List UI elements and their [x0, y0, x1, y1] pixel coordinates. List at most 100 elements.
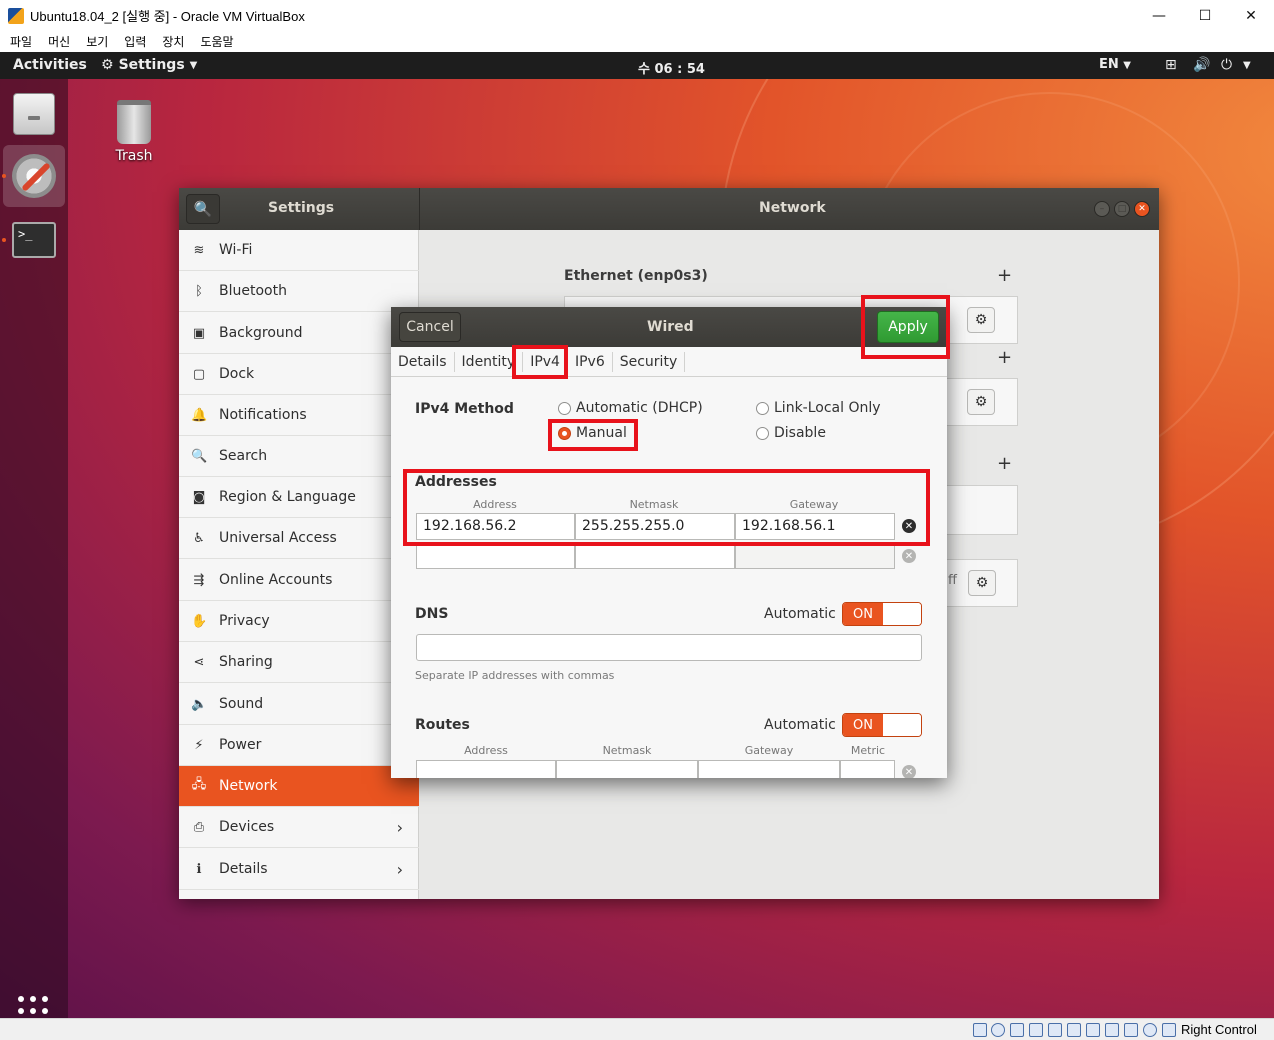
sidebar-item-wifi[interactable]: ≋ Wi-Fi [179, 230, 419, 271]
switch-knob [884, 603, 921, 625]
show-applications-icon[interactable] [18, 996, 50, 1018]
new-gateway-field[interactable] [735, 542, 895, 569]
sidebar-item-network[interactable]: 🖧 Network [179, 766, 419, 807]
routes-automatic-switch[interactable]: ON [842, 713, 922, 737]
dns-automatic-switch[interactable]: ON [842, 602, 922, 626]
host-window-title: Ubuntu18.04_2 [실행 중] - Oracle VM Virtual… [30, 9, 305, 24]
route-netmask-field[interactable] [556, 760, 698, 778]
sidebar-item-region[interactable]: ◙ Region & Language [179, 477, 419, 518]
window-maximize-button[interactable]: □ [1114, 201, 1130, 217]
maximize-button[interactable]: ☐ [1182, 0, 1228, 31]
menu-view[interactable]: 보기 [86, 33, 108, 50]
app-menu-button[interactable]: ⚙ Settings ▼ [101, 57, 197, 73]
window-minimize-button[interactable]: – [1094, 201, 1110, 217]
close-button[interactable]: ✕ [1228, 0, 1274, 31]
cancel-button[interactable]: Cancel [399, 312, 461, 342]
method-disable-radio[interactable]: Disable [756, 425, 826, 441]
radio-unchecked-icon [558, 401, 571, 415]
remove-route-icon[interactable]: ✕ [902, 765, 916, 778]
tab-ipv6[interactable]: IPv6 [568, 351, 613, 372]
window-close-button[interactable]: ✕ [1134, 201, 1150, 217]
search-button[interactable]: 🔍 [186, 194, 220, 224]
sidebar-item-sharing[interactable]: ⋖ Sharing [179, 642, 419, 683]
minimize-button[interactable]: — [1136, 0, 1182, 31]
route-gateway-field[interactable] [698, 760, 840, 778]
radio-unchecked-icon [756, 401, 769, 415]
add-connection-icon[interactable]: + [997, 265, 1012, 286]
background-icon: ▣ [192, 325, 206, 341]
menu-devices[interactable]: 장치 [162, 33, 184, 50]
volume-icon[interactable]: 🔊 [1193, 57, 1210, 73]
route-address-field[interactable] [416, 760, 556, 778]
dock-files[interactable] [3, 83, 65, 145]
menu-help[interactable]: 도움말 [200, 33, 233, 50]
new-netmask-field[interactable] [575, 542, 735, 569]
sidebar-item-universal-access[interactable]: ♿ Universal Access [179, 518, 419, 559]
optical-drive-icon[interactable] [991, 1023, 1005, 1037]
sidebar-item-label: Region & Language [219, 489, 356, 505]
annotation-ipv4-tab-highlight [512, 345, 568, 379]
cpu-icon[interactable] [1124, 1023, 1138, 1037]
sidebar-item-search[interactable]: 🔍 Search [179, 436, 419, 477]
activities-button[interactable]: Activities [13, 57, 87, 73]
vpn-settings-gear-icon[interactable]: ⚙ [967, 389, 995, 415]
sidebar-item-devices[interactable]: ⎙ Devices › [179, 807, 419, 848]
dock-settings[interactable] [3, 145, 65, 207]
sidebar-item-label: Dock [219, 366, 255, 382]
menu-machine[interactable]: 머신 [48, 33, 70, 50]
desktop-trash[interactable]: Trash [110, 100, 158, 164]
info-icon: ℹ [196, 861, 202, 877]
sidebar-item-sound[interactable]: 🔈 Sound [179, 684, 419, 725]
sidebar-item-notifications[interactable]: 🔔 Notifications [179, 395, 419, 436]
usb-icon[interactable] [1048, 1023, 1062, 1037]
language-indicator[interactable]: EN ▼ [1099, 57, 1131, 72]
clock[interactable]: 수 06 : 54 [638, 58, 705, 77]
dns-field[interactable] [416, 634, 922, 661]
hdd-icon[interactable] [973, 1023, 987, 1037]
shared-folder-icon[interactable] [1067, 1023, 1081, 1037]
host-titlebar: Ubuntu18.04_2 [실행 중] - Oracle VM Virtual… [0, 0, 1274, 31]
host-statusbar: Right Control [0, 1018, 1274, 1040]
sidebar-item-details[interactable]: ℹ Details › [179, 849, 419, 890]
method-automatic-radio[interactable]: Automatic (DHCP) [558, 400, 703, 416]
sidebar-item-label: Notifications [219, 407, 307, 423]
new-address-field[interactable] [416, 542, 575, 569]
route-metric-field[interactable] [840, 760, 895, 778]
audio-icon[interactable] [1010, 1023, 1024, 1037]
sidebar-item-privacy[interactable]: ✋ Privacy [179, 601, 419, 642]
routes-automatic-label: Automatic [764, 717, 836, 733]
remove-address-icon[interactable]: ✕ [902, 549, 916, 563]
tab-security[interactable]: Security [613, 351, 686, 372]
dns-title: DNS [415, 606, 449, 622]
network-wired-icon[interactable]: ⊞ [1165, 57, 1177, 73]
virtualbox-app-icon [8, 7, 24, 24]
sidebar-item-background[interactable]: ▣ Background [179, 313, 419, 354]
sidebar-item-label: Privacy [219, 613, 270, 629]
method-link-local-radio[interactable]: Link-Local Only [756, 400, 881, 416]
menu-file[interactable]: 파일 [10, 33, 32, 50]
sidebar-item-power[interactable]: ⚡ Power [179, 725, 419, 766]
network-status-icon[interactable] [1029, 1023, 1043, 1037]
app-menu-label: Settings [118, 57, 185, 73]
route-address-header: Address [464, 744, 508, 757]
sidebar-item-bluetooth[interactable]: ᛒ Bluetooth [179, 271, 419, 312]
tab-details[interactable]: Details [391, 351, 455, 372]
ethernet-settings-gear-icon[interactable]: ⚙ [967, 307, 995, 333]
add-vpn-icon[interactable]: + [997, 347, 1012, 368]
radio-label: Link-Local Only [774, 400, 881, 416]
display-icon[interactable] [1086, 1023, 1100, 1037]
keyboard-capture-icon[interactable] [1162, 1023, 1176, 1037]
dock-terminal[interactable]: >_ [3, 209, 65, 271]
power-icon[interactable]: ⏻ [1221, 57, 1232, 73]
add-proxy-icon[interactable]: + [997, 453, 1012, 474]
sidebar-item-dock[interactable]: ▢ Dock [179, 354, 419, 395]
guest-additions-icon[interactable] [1143, 1023, 1157, 1037]
sidebar-item-online-accounts[interactable]: ⇶ Online Accounts [179, 560, 419, 601]
sidebar-item-label: Bluetooth [219, 283, 287, 299]
caret-down-icon[interactable]: ▼ [1243, 60, 1251, 71]
proxy-settings-gear-icon[interactable]: ⚙ [968, 570, 996, 596]
annotation-manual-highlight [548, 419, 638, 451]
gnome-top-bar: Activities ⚙ Settings ▼ 수 06 : 54 EN ▼ ⊞… [0, 52, 1274, 79]
video-capture-icon[interactable] [1105, 1023, 1119, 1037]
menu-input[interactable]: 입력 [124, 33, 146, 50]
